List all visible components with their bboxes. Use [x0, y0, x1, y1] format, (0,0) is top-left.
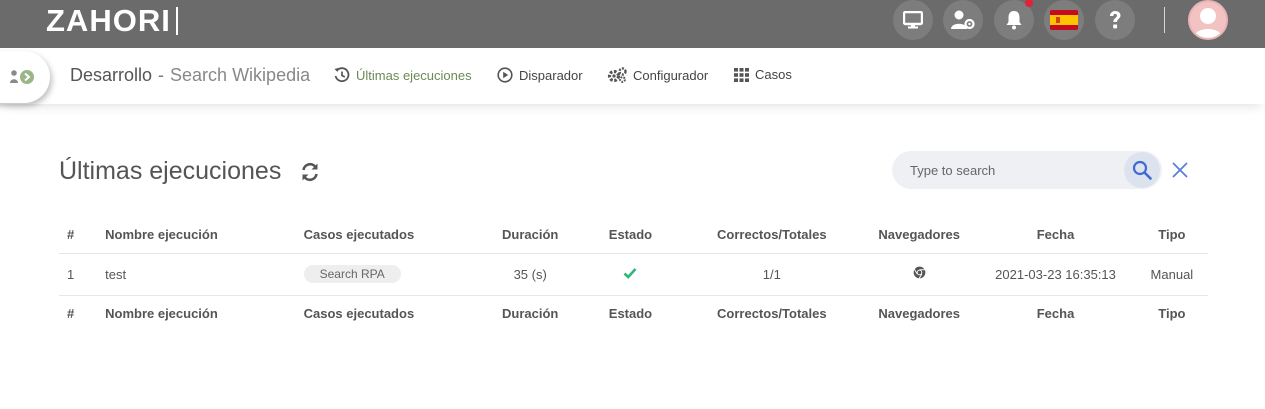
help-button[interactable] [1095, 0, 1135, 40]
grid-icon [734, 67, 749, 82]
cell-status [580, 252, 681, 295]
col-duration[interactable]: Duración [480, 216, 580, 253]
clear-search-button[interactable] [1170, 160, 1190, 180]
help-icon [1110, 11, 1121, 29]
notification-dot [1025, 0, 1033, 7]
search-icon [1132, 160, 1152, 180]
tab-label: Últimas ejecuciones [356, 67, 472, 83]
page-title: Últimas ejecuciones [59, 157, 282, 185]
chrome-icon [913, 266, 926, 279]
breadcrumb-project[interactable]: Desarrollo [70, 65, 152, 85]
bell-icon [1006, 11, 1022, 30]
monitor-icon [903, 11, 923, 29]
col-status: Estado [580, 294, 681, 331]
search-box [892, 151, 1162, 189]
cell-type: Manual [1135, 252, 1208, 295]
tab-label: Casos [755, 67, 792, 82]
refresh-icon [302, 162, 318, 182]
cell-duration: 35 (s) [480, 252, 581, 295]
avatar[interactable] [1188, 0, 1228, 40]
logo-text: ZAHORI [46, 3, 171, 38]
col-duration: Duración [480, 294, 581, 331]
table-row[interactable]: 1 test Search RPA 35 (s) 1/1 2021-03-23 … [59, 252, 1208, 295]
language-button[interactable] [1044, 0, 1084, 40]
gears-icon [607, 67, 627, 83]
tab-casos[interactable]: Casos [734, 67, 792, 82]
col-type: Tipo [1135, 294, 1208, 331]
cell-correct: 1/1 [680, 252, 864, 295]
user-settings-icon [951, 10, 975, 30]
breadcrumb-process: Search Wikipedia [170, 65, 311, 85]
top-header: ZAHORI [0, 0, 1265, 48]
col-name[interactable]: Nombre ejecución [105, 216, 304, 253]
search-button[interactable] [1124, 152, 1160, 188]
col-correct[interactable]: Correctos/Totales [681, 216, 863, 253]
col-type[interactable]: Tipo [1136, 216, 1208, 253]
spain-flag-icon [1050, 10, 1078, 30]
header-separator [1164, 7, 1165, 33]
col-date: Fecha [975, 294, 1136, 331]
col-correct: Correctos/Totales [680, 294, 864, 331]
breadcrumb-separator: - [158, 65, 165, 85]
monitor-button[interactable] [893, 0, 933, 40]
app-logo[interactable]: ZAHORI [46, 3, 178, 39]
col-status[interactable]: Estado [580, 216, 680, 253]
check-icon [624, 267, 637, 279]
tab-label: Configurador [633, 67, 709, 83]
refresh-button[interactable] [300, 162, 320, 182]
cell-number: 1 [59, 252, 106, 295]
tab-ultimas-ejecuciones[interactable]: Últimas ejecuciones [334, 67, 472, 83]
cell-cases: Search RPA [303, 252, 481, 295]
search-input[interactable] [910, 160, 1120, 180]
col-browsers: Navegadores [863, 294, 976, 331]
tab-label: Disparador [519, 67, 583, 83]
col-cases[interactable]: Casos ejecutados [304, 216, 480, 253]
col-browsers[interactable]: Navegadores [863, 216, 975, 253]
cell-date: 2021-03-23 16:35:13 [975, 252, 1136, 295]
breadcrumb: Desarrollo - Search Wikipedia [70, 65, 310, 86]
sub-navigation: Desarrollo - Search Wikipedia Últimas ejec… [0, 48, 1265, 104]
table-footer-row: # Nombre ejecución Casos ejecutados Dura… [59, 294, 1208, 331]
col-name: Nombre ejecución [105, 294, 304, 331]
col-number: # [59, 294, 106, 331]
cell-browser [863, 252, 976, 295]
close-icon [1172, 162, 1188, 178]
robot-next-icon [10, 70, 34, 84]
history-icon [334, 67, 350, 83]
col-date[interactable]: Fecha [975, 216, 1135, 253]
col-number[interactable]: # [59, 216, 105, 253]
col-cases: Casos ejecutados [303, 294, 481, 331]
user-avatar-icon [1194, 8, 1222, 38]
tab-disparador[interactable]: Disparador [497, 67, 583, 83]
tab-configurador[interactable]: Configurador [607, 67, 708, 83]
cell-name: test [105, 252, 304, 295]
executions-table: # Nombre ejecución Casos ejecutados Dura… [59, 216, 1208, 331]
logo-bar [175, 7, 178, 35]
sidebar-toggle[interactable] [0, 51, 50, 103]
case-chip[interactable]: Search RPA [303, 265, 401, 283]
user-settings-button[interactable] [943, 0, 983, 40]
play-circle-icon [497, 67, 513, 83]
notifications-button[interactable] [994, 0, 1034, 40]
table-header-row: # Nombre ejecución Casos ejecutados Dura… [59, 216, 1208, 253]
